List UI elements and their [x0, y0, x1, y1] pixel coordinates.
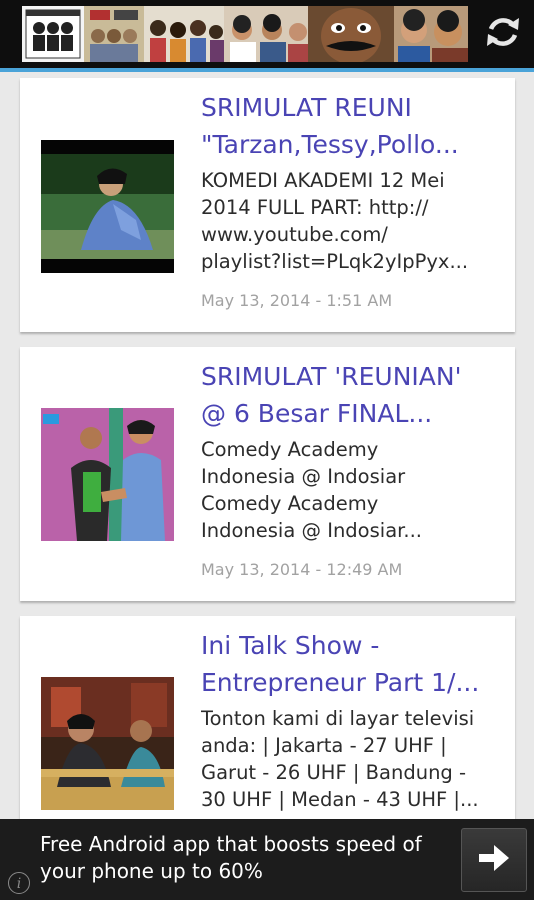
video-title[interactable]: Ini Talk Show - [201, 627, 501, 664]
description-line: www.youtube.com/ [201, 223, 388, 246]
description-line: Indonesia @ Indosiar [201, 465, 406, 488]
header-divider [0, 68, 534, 72]
banner-image [22, 6, 468, 62]
description-line: Comedy Academy [201, 438, 379, 461]
description-line: 30 UHF | Medan - 43 UHF |... [201, 788, 479, 811]
video-thumbnail[interactable] [41, 408, 174, 541]
refresh-icon [483, 12, 523, 56]
ad-banner[interactable]: Free Android app that boosts speed of yo… [0, 819, 534, 900]
video-title[interactable]: SRIMULAT REUNI [201, 89, 501, 126]
banner-tile [84, 6, 144, 62]
refresh-button[interactable] [472, 0, 534, 68]
video-description: Comedy Academy Indonesia @ Indosiar Come… [201, 436, 501, 544]
ad-text-line: Free Android app that boosts speed of [40, 832, 422, 856]
video-item[interactable]: SRIMULAT 'REUNIAN' @ 6 Besar FINAL... Co… [20, 347, 515, 601]
banner-tile [22, 6, 84, 62]
arrow-right-icon [477, 843, 511, 877]
description-line: Comedy Academy [201, 492, 379, 515]
video-title[interactable]: "Tarzan,Tessy,Pollo... [201, 126, 501, 163]
video-item[interactable]: SRIMULAT REUNI "Tarzan,Tessy,Pollo... KO… [20, 78, 515, 332]
description-line: Garut - 26 UHF | Bandung - [201, 761, 467, 784]
app-header [0, 0, 534, 68]
info-icon[interactable]: i [8, 872, 30, 894]
banner-tile [224, 6, 308, 62]
ad-action-button[interactable] [461, 828, 527, 892]
description-line: Indonesia @ Indosiar... [201, 519, 422, 542]
ad-text[interactable]: Free Android app that boosts speed of yo… [40, 831, 460, 885]
description-line: 2014 FULL PART: http:// [201, 196, 429, 219]
description-line: KOMEDI AKADEMI 12 Mei [201, 169, 445, 192]
video-date: May 13, 2014 - 12:49 AM [201, 560, 403, 579]
video-title[interactable]: Entrepreneur Part 1/... [201, 664, 501, 701]
banner-tile [308, 6, 394, 62]
description-line: Tonton kami di layar televisi [201, 707, 475, 730]
description-line: anda: | Jakarta - 27 UHF | [201, 734, 447, 757]
ad-text-line: your phone up to 60% [40, 859, 263, 883]
video-title[interactable]: @ 6 Besar FINAL... [201, 395, 501, 432]
video-thumbnail[interactable] [41, 677, 174, 810]
banner-tile [144, 6, 224, 62]
video-description: KOMEDI AKADEMI 12 Mei 2014 FULL PART: ht… [201, 167, 501, 275]
video-title[interactable]: SRIMULAT 'REUNIAN' [201, 358, 501, 395]
description-line: playlist?list=PLqk2yIpPyx... [201, 250, 469, 273]
banner-tile [394, 6, 468, 62]
video-description: Tonton kami di layar televisi anda: | Ja… [201, 705, 501, 813]
video-date: May 13, 2014 - 1:51 AM [201, 291, 393, 310]
video-thumbnail[interactable] [41, 140, 174, 273]
